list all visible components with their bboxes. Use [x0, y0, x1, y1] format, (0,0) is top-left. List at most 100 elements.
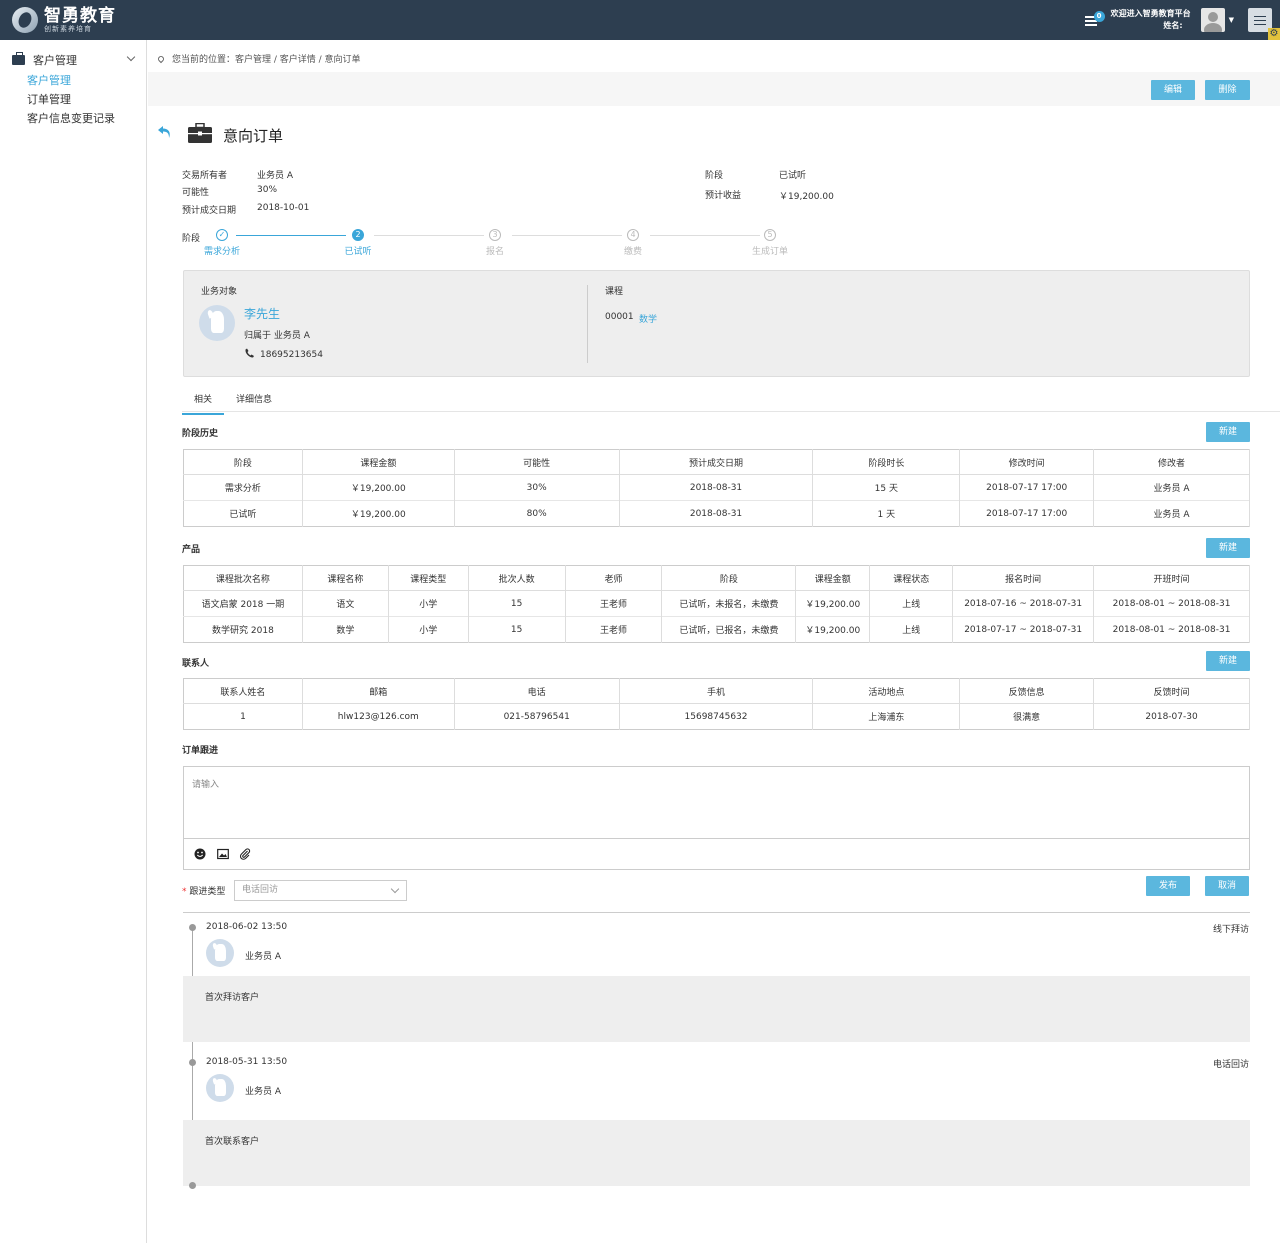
column-header: 报名时间 [952, 565, 1095, 591]
gear-icon[interactable]: ⚙ [1268, 28, 1280, 40]
cancel-button[interactable]: 取消 [1205, 876, 1249, 896]
column-header: 阶段 [661, 565, 797, 591]
card-divider [587, 285, 588, 363]
timeline-dot [189, 1182, 196, 1189]
owner-value: 业务员 A [257, 171, 294, 181]
table-row[interactable]: 已试听 ￥19,200.00 80% 2018-08-31 1 天 2018-0… [183, 500, 1250, 527]
publish-button[interactable]: 发布 [1146, 876, 1190, 896]
tab-related[interactable]: 相关 [182, 392, 224, 415]
table-row[interactable]: 数学研究 2018 数学 小学 15 王老师 已试听，已报名，未缴费 ￥19,2… [183, 616, 1250, 643]
divider [183, 912, 1250, 913]
followup-type-label-text: 跟进类型 [189, 887, 226, 897]
course-name-link[interactable]: 数学 [639, 312, 657, 325]
image-icon[interactable] [217, 848, 229, 860]
table-cell: 2018-07-16 ~ 2018-07-31 [952, 590, 1095, 617]
column-header: 课程状态 [869, 565, 954, 591]
edit-button[interactable]: 编辑 [1151, 80, 1195, 100]
table-cell: 1 天 [812, 500, 961, 527]
products-title: 产品 [182, 545, 201, 555]
step-enroll[interactable]: 3 报名 [465, 229, 525, 257]
table-cell: 很满意 [959, 703, 1095, 730]
sidebar-group-customer[interactable]: 客户管理 [12, 52, 77, 68]
table-row[interactable]: 需求分析 ￥19,200.00 30% 2018-08-31 15 天 2018… [183, 474, 1250, 501]
timeline-time: 2018-05-31 13:50 [206, 1057, 288, 1067]
column-header: 修改者 [1093, 449, 1250, 475]
user-name-label: 姓名: [1163, 21, 1183, 30]
top-navbar: 智勇教育 创新素养培育 0 欢迎进入智勇教育平台 姓名: ▼ ⚙ [0, 0, 1280, 40]
column-header: 批次人数 [468, 565, 566, 591]
followup-textarea[interactable]: 请输入 [184, 767, 1249, 839]
sidebar-item-customer[interactable]: 客户管理 [27, 72, 71, 88]
table-row[interactable]: 语文启蒙 2018 一期 语文 小学 15 王老师 已试听，未报名，未缴费 ￥1… [183, 590, 1250, 617]
customer-owner: 归属于 业务员 A [244, 331, 310, 341]
sidebar-item-orders[interactable]: 订单管理 [27, 91, 71, 107]
step-label: 报名 [485, 247, 504, 257]
table-cell: 2018-07-17 17:00 [959, 474, 1095, 501]
new-stage-button[interactable]: 新建 [1206, 422, 1250, 442]
table-cell: 2018-08-01 ~ 2018-08-31 [1093, 590, 1250, 617]
attachment-icon[interactable] [239, 848, 251, 860]
step-payment[interactable]: 4 缴费 [603, 229, 663, 257]
column-header: 课程批次名称 [183, 565, 303, 591]
back-arrow-icon[interactable] [157, 124, 173, 140]
table-cell: 2018-07-17 17:00 [959, 500, 1095, 527]
followup-type-select[interactable]: 电话回访 [234, 880, 407, 901]
sidebar-item-change-log[interactable]: 客户信息变更记录 [27, 110, 115, 126]
column-header: 课程金额 [302, 449, 455, 475]
step-demand-analysis[interactable]: ✓ 需求分析 [192, 229, 252, 257]
user-dropdown-caret-icon[interactable]: ▼ [1229, 16, 1234, 24]
table-cell: 2018-07-30 [1093, 703, 1250, 730]
delete-button[interactable]: 删除 [1205, 80, 1250, 100]
step-label: 生成订单 [751, 247, 788, 257]
stage-value: 已试听 [779, 171, 807, 181]
brand-name: 智勇教育 [44, 5, 116, 26]
user-avatar[interactable] [1200, 8, 1225, 32]
customer-avatar [199, 305, 235, 341]
step-label: 已试听 [344, 247, 372, 257]
message-icon[interactable]: 0 [1084, 11, 1105, 29]
close-date-label: 预计成交日期 [182, 206, 237, 216]
timeline-dot [189, 924, 196, 931]
table-row[interactable]: 1 hlw123@126.com 021-58796541 1569874563… [183, 703, 1250, 730]
customer-name-link[interactable]: 李先生 [244, 305, 280, 322]
step-label: 缴费 [623, 247, 642, 257]
breadcrumb-text[interactable]: 您当前的位置：客户管理 / 客户详情 / 意向订单 [172, 52, 361, 65]
tab-details[interactable]: 详细信息 [236, 392, 272, 405]
table-cell: 小学 [388, 616, 469, 643]
step-generate-order[interactable]: 5 生成订单 [740, 229, 800, 257]
followup-title: 订单跟进 [182, 746, 219, 756]
emoji-icon[interactable] [194, 848, 206, 860]
table-cell: 上线 [869, 616, 954, 643]
table-cell: 30% [454, 474, 620, 501]
step-number: 5 [764, 229, 776, 241]
table-cell: 15 [468, 590, 566, 617]
chevron-down-icon[interactable] [126, 52, 136, 62]
phone-icon [245, 348, 254, 358]
timeline-type: 电话回访 [1212, 1060, 1249, 1070]
step-trial[interactable]: 2 已试听 [328, 229, 388, 257]
table-cell: 小学 [388, 590, 469, 617]
location-pin-icon [156, 54, 166, 63]
sidebar: 客户管理 客户管理 订单管理 客户信息变更记录 [0, 40, 147, 1243]
stage-label: 阶段 [705, 171, 724, 181]
user-avatar [206, 939, 234, 967]
brand-logo[interactable]: 智勇教育 创新素养培育 [12, 5, 116, 35]
owner-label: 交易所有者 [182, 171, 228, 181]
action-toolbar: 编辑 删除 [148, 72, 1280, 106]
detail-tabs: 相关 详细信息 [182, 386, 1280, 415]
stage-history-title: 阶段历史 [182, 429, 219, 439]
briefcase-icon [12, 52, 25, 65]
table-cell: 80% [454, 500, 620, 527]
followup-type-value: 电话回访 [242, 885, 279, 895]
table-cell: ￥19,200.00 [302, 500, 455, 527]
sidebar-group-label: 客户管理 [33, 54, 77, 67]
column-header: 课程名称 [302, 565, 389, 591]
new-product-button[interactable]: 新建 [1206, 538, 1250, 558]
new-contact-button[interactable]: 新建 [1206, 651, 1250, 671]
table-cell: 数学 [302, 616, 389, 643]
table-cell: 语文启蒙 2018 一期 [183, 590, 303, 617]
table-cell: hlw123@126.com [302, 703, 455, 730]
table-cell: 2018-08-01 ~ 2018-08-31 [1093, 616, 1250, 643]
timeline-type: 线下拜访 [1212, 925, 1249, 935]
table-cell: 上海浦东 [812, 703, 961, 730]
